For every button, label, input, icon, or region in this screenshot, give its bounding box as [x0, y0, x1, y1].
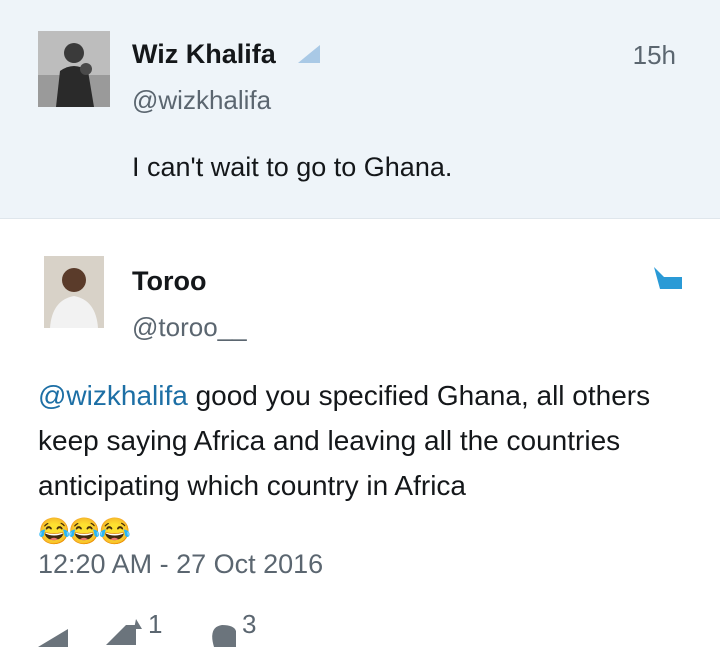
- quoted-author-handle[interactable]: @wizkhalifa: [132, 85, 271, 116]
- like-icon[interactable]: [208, 621, 236, 654]
- reply-tweet-text: @wizkhalifa good you specified Ghana, al…: [38, 373, 688, 554]
- verified-badge-icon: [298, 45, 320, 63]
- mention-link[interactable]: @wizkhalifa: [38, 380, 188, 411]
- retweet-icon[interactable]: [106, 619, 146, 652]
- like-count: 3: [242, 609, 257, 639]
- reply-author-handle[interactable]: @toroo__: [132, 312, 247, 343]
- action-bar: 1 3: [38, 605, 338, 647]
- tweet-timestamp: 12:20 AM - 27 Oct 2016: [38, 549, 324, 579]
- retweet-count: 1: [148, 609, 163, 639]
- toroo-avatar[interactable]: [44, 256, 104, 328]
- quoted-author-name[interactable]: Wiz Khalifa: [132, 39, 276, 70]
- avatar-photo: [44, 256, 104, 328]
- share-icon[interactable]: [654, 267, 682, 289]
- laughing-emoji-icons: 😂😂😂: [38, 516, 131, 546]
- reply-author-name[interactable]: Toroo: [132, 266, 206, 297]
- quoted-time: 15h: [632, 40, 676, 70]
- quoted-tweet-text: I can't wait to go to Ghana.: [132, 152, 453, 182]
- quoted-tweet[interactable]: Wiz Khalifa @wizkhalifa 15h I can't wait…: [0, 0, 720, 219]
- wiz-khalifa-avatar[interactable]: [38, 31, 110, 107]
- reply-icon[interactable]: [38, 623, 68, 654]
- avatar-photo: [38, 31, 110, 107]
